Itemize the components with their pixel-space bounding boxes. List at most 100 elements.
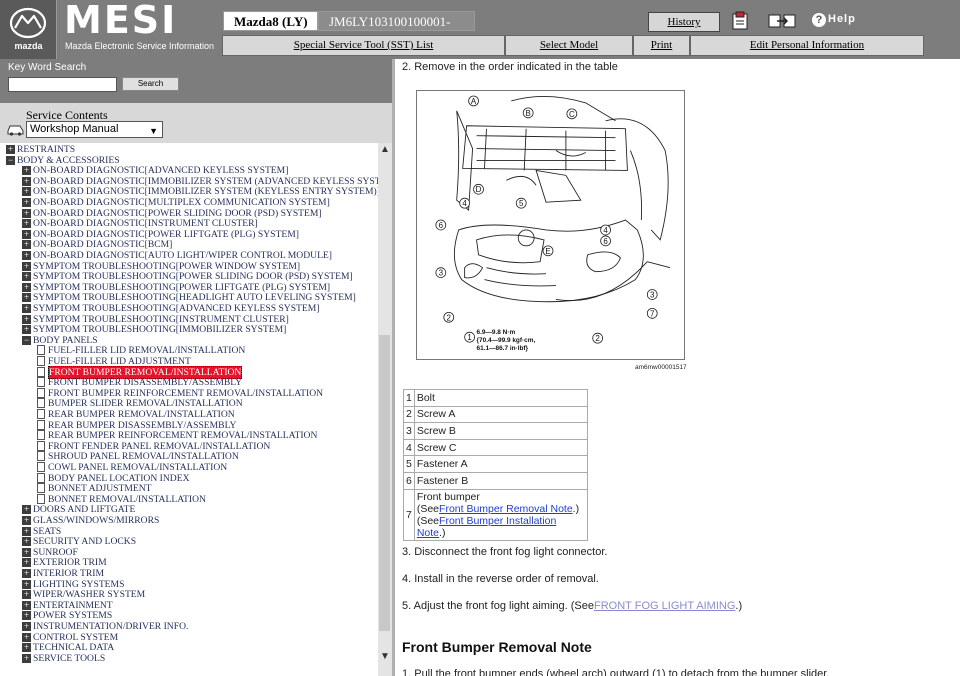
history-button[interactable]: History: [648, 12, 720, 32]
document-icon[interactable]: [37, 440, 45, 451]
plus-icon[interactable]: +: [6, 145, 15, 154]
tree-folder-item[interactable]: − BODY & ACCESSORIES: [6, 155, 120, 166]
document-icon[interactable]: [37, 472, 45, 483]
tree-folder-item[interactable]: + SYMPTOM TROUBLESHOOTING[POWER LIFTGATE …: [22, 282, 330, 293]
tree-folder-item[interactable]: + INSTRUMENTATION/DRIVER INFO.: [22, 621, 188, 632]
plus-icon[interactable]: +: [22, 643, 31, 653]
document-icon[interactable]: [37, 356, 45, 366]
edit-personal-info-button[interactable]: Edit Personal Information: [690, 35, 924, 56]
keyword-search-input[interactable]: [8, 77, 117, 92]
plus-icon[interactable]: +: [22, 558, 31, 568]
tree-folder-item[interactable]: + WIPER/WASHER SYSTEM: [22, 589, 145, 600]
scroll-up-icon[interactable]: ▲: [380, 144, 390, 155]
tree-document-item[interactable]: COWL PANEL REMOVAL/INSTALLATION: [37, 462, 227, 473]
tree-document-item[interactable]: BODY PANEL LOCATION INDEX: [37, 472, 190, 484]
tree-document-item[interactable]: FRONT BUMPER DISASSEMBLY/ASSEMBLY: [37, 377, 242, 388]
tree-folder-item[interactable]: + SYMPTOM TROUBLESHOOTING[INSTRUMENT CLUS…: [22, 314, 289, 325]
tree-document-item[interactable]: BONNET REMOVAL/INSTALLATION: [37, 493, 206, 505]
manual-icon[interactable]: [730, 11, 752, 31]
plus-icon[interactable]: +: [22, 240, 31, 250]
tree-folder-item[interactable]: − BODY PANELS: [22, 335, 98, 346]
plus-icon[interactable]: +: [22, 272, 31, 282]
tree-folder-item[interactable]: + SYMPTOM TROUBLESHOOTING[ADVANCED KEYLES…: [22, 303, 320, 314]
plus-icon[interactable]: +: [22, 229, 31, 239]
minus-icon[interactable]: −: [6, 155, 15, 165]
plus-icon[interactable]: +: [22, 166, 31, 176]
tree-folder-item[interactable]: + SEATS: [22, 526, 61, 537]
plus-icon[interactable]: +: [22, 325, 31, 335]
tree-document-item[interactable]: FRONT BUMPER REMOVAL/INSTALLATION: [37, 365, 243, 379]
tree-folder-item[interactable]: + SYMPTOM TROUBLESHOOTING[POWER WINDOW SY…: [22, 261, 300, 272]
document-icon[interactable]: [37, 462, 45, 472]
plus-icon[interactable]: +: [22, 547, 31, 557]
document-icon[interactable]: [37, 377, 45, 388]
plus-icon[interactable]: +: [22, 261, 31, 271]
document-icon[interactable]: [37, 430, 45, 441]
document-icon[interactable]: [37, 409, 45, 419]
scrollbar-thumb[interactable]: [379, 335, 390, 631]
tree-folder-item[interactable]: + ON-BOARD DIAGNOSTIC[MULTIPLEX COMMUNICA…: [22, 197, 330, 208]
tree-folder-item[interactable]: + ENTERTAINMENT: [22, 600, 113, 611]
tree-folder-item[interactable]: + ON-BOARD DIAGNOSTIC[POWER SLIDING DOOR …: [22, 208, 322, 219]
plus-icon[interactable]: +: [22, 653, 31, 663]
tree-document-item[interactable]: REAR BUMPER DISASSEMBLY/ASSEMBLY: [37, 419, 236, 431]
transfer-icon[interactable]: [768, 11, 796, 31]
plus-icon[interactable]: +: [22, 622, 31, 631]
tree-folder-item[interactable]: + ON-BOARD DIAGNOSTIC[IMMOBILIZER SYSTEM …: [22, 176, 378, 187]
tree-folder-item[interactable]: + ON-BOARD DIAGNOSTIC[AUTO LIGHT/WIPER CO…: [22, 250, 332, 261]
document-icon[interactable]: [37, 366, 45, 377]
plus-icon[interactable]: +: [22, 314, 31, 324]
scroll-down-icon[interactable]: ▼: [380, 651, 390, 662]
plus-icon[interactable]: +: [22, 219, 31, 229]
tree-folder-item[interactable]: + SYMPTOM TROUBLESHOOTING[POWER SLIDING D…: [22, 271, 353, 282]
tree-folder-item[interactable]: + TECHNICAL DATA: [22, 642, 114, 653]
manual-select[interactable]: Workshop Manual ▼: [26, 121, 163, 138]
tree-document-item[interactable]: BONNET ADJUSTMENT: [37, 483, 152, 494]
plus-icon[interactable]: +: [22, 600, 31, 610]
sst-list-button[interactable]: Special Service Tool (SST) List: [222, 35, 505, 56]
removal-note-link[interactable]: Front Bumper Removal Note: [439, 503, 573, 515]
document-icon[interactable]: [37, 483, 45, 494]
plus-icon[interactable]: +: [22, 579, 31, 589]
tree-document-item[interactable]: FRONT FENDER PANEL REMOVAL/INSTALLATION: [37, 440, 270, 452]
tree-folder-item[interactable]: + GLASS/WINDOWS/MIRRORS: [22, 515, 159, 526]
tree-folder-item[interactable]: + SYMPTOM TROUBLESHOOTING[HEADLIGHT AUTO …: [22, 292, 356, 303]
document-icon[interactable]: [37, 451, 45, 462]
plus-icon[interactable]: +: [22, 632, 31, 642]
plus-icon[interactable]: +: [22, 293, 31, 303]
tree-document-item[interactable]: REAR BUMPER REMOVAL/INSTALLATION: [37, 409, 235, 420]
plus-icon[interactable]: +: [22, 611, 31, 621]
search-button[interactable]: Search: [122, 77, 179, 91]
document-icon[interactable]: [37, 493, 45, 504]
print-button[interactable]: Print: [633, 35, 690, 56]
plus-icon[interactable]: +: [22, 569, 31, 578]
tree-folder-item[interactable]: + POWER SYSTEMS: [22, 610, 112, 621]
plus-icon[interactable]: +: [22, 282, 31, 292]
plus-icon[interactable]: +: [22, 187, 31, 197]
plus-icon[interactable]: +: [22, 304, 31, 313]
tree-folder-item[interactable]: + RESTRAINTS: [6, 144, 75, 155]
select-model-button[interactable]: Select Model: [505, 35, 633, 56]
document-icon[interactable]: [37, 398, 45, 409]
tree-folder-item[interactable]: + ON-BOARD DIAGNOSTIC[IMMOBILIZER SYSTEM …: [22, 186, 378, 197]
tree-folder-item[interactable]: + SYMPTOM TROUBLESHOOTING[IMMOBILIZER SYS…: [22, 324, 286, 335]
plus-icon[interactable]: +: [22, 198, 31, 207]
tree-folder-item[interactable]: + SUNROOF: [22, 547, 78, 558]
plus-icon[interactable]: +: [22, 505, 31, 515]
tree-document-item[interactable]: BUMPER SLIDER REMOVAL/INSTALLATION: [37, 398, 243, 409]
tree-folder-item[interactable]: + ON-BOARD DIAGNOSTIC[POWER LIFTGATE (PLG…: [22, 229, 299, 240]
tree-folder-item[interactable]: + ON-BOARD DIAGNOSTIC[INSTRUMENT CLUSTER]: [22, 218, 258, 229]
tree-document-item[interactable]: SHROUD PANEL REMOVAL/INSTALLATION: [37, 451, 239, 462]
plus-icon[interactable]: +: [22, 208, 31, 218]
tree-folder-item[interactable]: + LIGHTING SYSTEMS: [22, 579, 124, 590]
plus-icon[interactable]: +: [22, 516, 31, 525]
plus-icon[interactable]: +: [22, 537, 31, 547]
tree-folder-item[interactable]: + INTERIOR TRIM: [22, 568, 104, 579]
document-icon[interactable]: [37, 419, 45, 430]
tree-folder-item[interactable]: + SECURITY AND LOCKS: [22, 536, 136, 547]
tree-folder-item[interactable]: + ON-BOARD DIAGNOSTIC[ADVANCED KEYLESS SY…: [22, 165, 288, 176]
plus-icon[interactable]: +: [22, 590, 31, 600]
plus-icon[interactable]: +: [22, 526, 31, 536]
tree-folder-item[interactable]: + SERVICE TOOLS: [22, 653, 105, 664]
tree-scrollbar[interactable]: ▲ ▼: [378, 143, 392, 676]
